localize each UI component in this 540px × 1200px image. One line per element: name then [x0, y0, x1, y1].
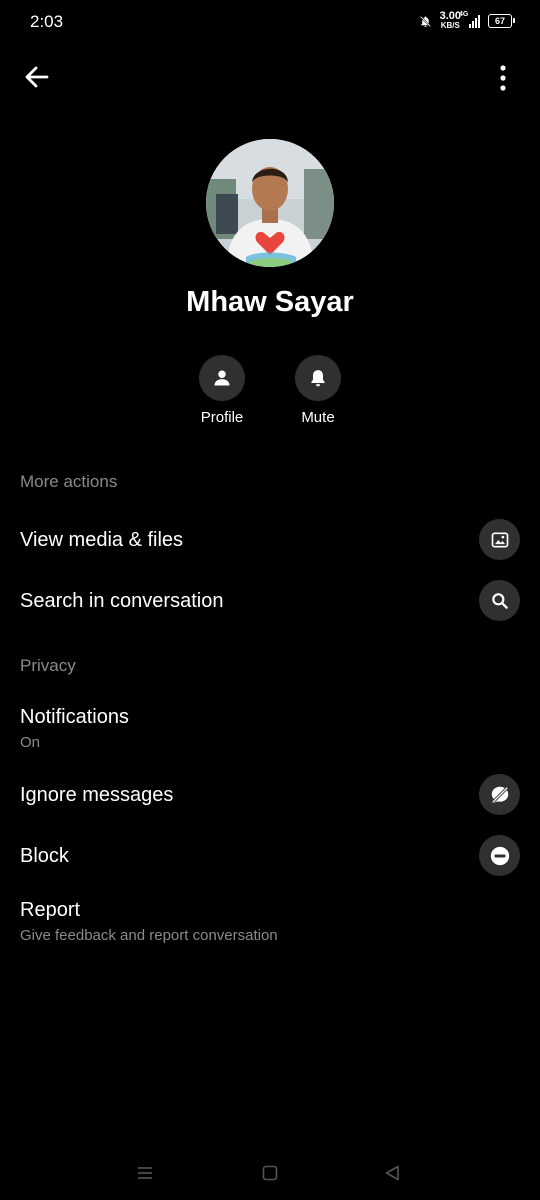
- search-conversation-title: Search in conversation: [20, 590, 224, 612]
- view-media-title: View media & files: [20, 529, 184, 551]
- notifications-row[interactable]: Notifications On: [0, 700, 540, 758]
- section-more-actions: More actions: [20, 472, 118, 491]
- recents-button[interactable]: [134, 1162, 156, 1184]
- menu-lines-icon: [138, 1167, 152, 1179]
- mute-button[interactable]: Mute: [278, 355, 358, 426]
- battery-icon: 67: [488, 14, 515, 28]
- status-bar: 2:03 3.00 KB/S 4G 67: [0, 0, 540, 46]
- more-options-button[interactable]: [498, 64, 508, 92]
- profile-label: Profile: [200, 409, 244, 426]
- ignore-icon: [491, 786, 508, 803]
- mute-notification-icon: [419, 15, 431, 27]
- ignore-icon-circle: [479, 774, 520, 815]
- back-button[interactable]: [22, 62, 52, 92]
- mute-icon-circle: [295, 355, 341, 401]
- report-row[interactable]: Report Give feedback and report conversa…: [0, 893, 540, 951]
- view-media-icon-circle: [479, 519, 520, 560]
- section-privacy: Privacy: [20, 656, 76, 675]
- mute-label: Mute: [301, 409, 335, 426]
- block-icon-circle: [479, 835, 520, 876]
- block-row[interactable]: Block: [0, 828, 540, 884]
- status-time: 2:03: [30, 12, 64, 31]
- ignore-messages-row[interactable]: Ignore messages: [0, 767, 540, 823]
- ignore-messages-title: Ignore messages: [20, 784, 174, 806]
- block-title: Block: [20, 845, 69, 867]
- back-arrow-icon: [25, 66, 49, 88]
- network-type: 4G: [459, 11, 469, 18]
- view-media-row[interactable]: View media & files: [0, 512, 540, 568]
- profile-icon-circle: [199, 355, 245, 401]
- back-nav-button[interactable]: [381, 1162, 403, 1184]
- report-title: Report: [20, 899, 81, 921]
- home-button[interactable]: [259, 1162, 281, 1184]
- search-icon: [491, 592, 508, 609]
- status-icons: 3.00 KB/S 4G 67: [419, 10, 515, 31]
- block-icon: [490, 846, 509, 865]
- notifications-status: On: [20, 734, 41, 751]
- contact-name: Mhaw Sayar: [186, 286, 354, 318]
- report-subtitle: Give feedback and report conversation: [20, 927, 278, 944]
- notifications-title: Notifications: [20, 706, 129, 728]
- network-speed-value: 3.00: [439, 10, 461, 22]
- image-icon: [491, 532, 508, 547]
- person-icon: [214, 370, 230, 386]
- square-home-icon: [262, 1165, 278, 1181]
- avatar[interactable]: [206, 139, 334, 267]
- triangle-back-icon: [385, 1165, 399, 1181]
- search-conversation-row[interactable]: Search in conversation: [0, 573, 540, 629]
- profile-button[interactable]: Profile: [182, 355, 262, 426]
- battery-level: 67: [494, 16, 505, 26]
- signal-icon: 4G: [459, 11, 480, 28]
- search-icon-circle: [479, 580, 520, 621]
- avatar-photo: [206, 139, 334, 267]
- network-speed-unit: KB/S: [440, 21, 460, 30]
- bell-icon: [311, 370, 325, 387]
- system-nav-bar: [0, 1150, 540, 1196]
- more-vertical-icon: [500, 65, 506, 91]
- network-speed: 3.00 KB/S: [439, 10, 461, 31]
